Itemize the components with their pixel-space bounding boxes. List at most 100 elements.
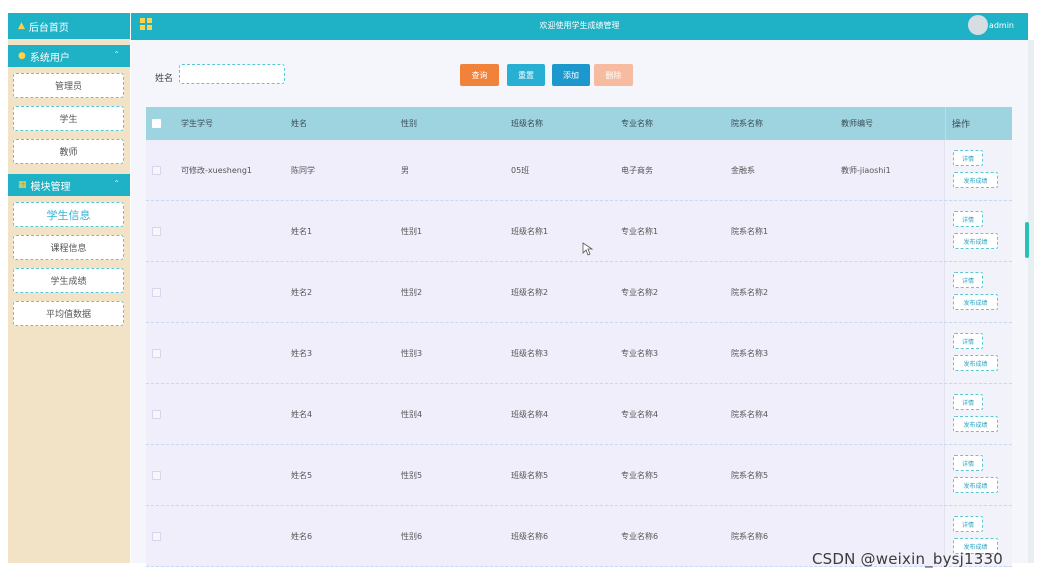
column-header: 专业名称 [621,119,653,128]
sidebar-item-label: 学生 [59,115,78,125]
table-header: 学生学号 姓名 性别 班级名称 专业名称 院系名称 教师编号 操作 [146,107,1012,140]
detail-button[interactable]: 详情 [953,272,983,288]
sidebar-item-label: 学生成绩 [50,277,87,287]
sidebar-item-label: 学生信息 [46,208,91,222]
row-actions: 详情 发布成绩 [944,262,1012,322]
table-row: 姓名5 性别5 班级名称5 专业名称5 院系名称5 详情发布成绩 [146,445,1012,506]
scrollbar-thumb[interactable] [1025,222,1029,258]
chevron-up-icon: ⌃ [113,50,120,59]
detail-button[interactable]: 详情 [953,211,983,227]
row-checkbox[interactable] [152,165,161,175]
table-cell: 性别5 [401,470,423,480]
table-cell: 院系名称3 [731,348,769,358]
publish-score-button[interactable]: 发布成绩 [953,294,998,310]
student-table: 学生学号 姓名 性别 班级名称 专业名称 院系名称 教师编号 操作 可修改-xu… [146,107,1012,567]
sidebar-item-course-info[interactable]: 课程信息 [13,235,124,260]
publish-score-button[interactable]: 发布成绩 [953,233,998,249]
table-row: 姓名2 性别2 班级名称2 专业名称2 院系名称2 详情 发布成绩 [146,262,1012,323]
table-cell: 专业名称1 [621,226,659,236]
user-icon: ● [18,51,26,61]
row-checkbox[interactable] [152,531,161,541]
table-cell: 姓名4 [291,409,313,419]
table-cell: 班级名称1 [511,226,549,236]
row-checkbox[interactable] [152,287,161,297]
table-cell: 姓名3 [291,348,313,358]
query-button[interactable]: 查询 [460,64,499,86]
sidebar-home[interactable]: ▲ 后台首页 [8,13,130,39]
chevron-up-icon: ⌃ [113,179,120,188]
table-cell: 专业名称4 [621,409,659,419]
sidebar: ▲ 后台首页 ● 系统用户 ⌃ 管理员 学生 教师 ▦ 模块管理 ⌃ 学生信息 … [8,13,130,563]
row-checkbox[interactable] [152,348,161,358]
row-actions: 详情 发布成绩 [944,140,1012,200]
detail-button[interactable]: 详情 [953,394,983,410]
select-all-checkbox[interactable] [152,119,161,128]
table-cell: 院系名称6 [731,531,769,541]
table-cell: 姓名6 [291,531,313,541]
sidebar-item-student[interactable]: 学生 [13,106,124,131]
row-actions: 详情 发布成绩 [944,323,1012,383]
row-checkbox[interactable] [152,226,161,236]
table-cell: 专业名称3 [621,348,659,358]
table-cell: 性别4 [401,409,423,419]
sidebar-item-label: 课程信息 [50,244,87,254]
grid-icon: ▦ [18,180,27,190]
sidebar-group-label: 模块管理 [30,181,71,193]
table-cell: 男 [401,165,409,175]
avatar-icon[interactable] [968,15,988,35]
top-header: 欢迎使用学生成绩管理 admin [131,13,1028,40]
table-cell: 05班 [511,165,530,175]
column-header: 姓名 [291,119,307,128]
detail-button[interactable]: 详情 [953,516,983,532]
name-search-input[interactable] [179,64,285,84]
row-actions: 详情 发布成绩 [944,384,1012,444]
table-cell: 院系名称5 [731,470,769,480]
table-cell: 班级名称5 [511,470,549,480]
table-cell: 班级名称4 [511,409,549,419]
table-cell: 专业名称6 [621,531,659,541]
table-cell: 教师-jiaoshi1 [841,165,891,175]
reset-button[interactable]: 重置 [507,64,545,86]
table-cell: 姓名2 [291,287,313,297]
sidebar-group-system-users[interactable]: ● 系统用户 ⌃ [8,45,130,67]
table-row: 可修改-xuesheng1 陈同学 男 05班 电子商务 金融系 教师-jiaoshi1 详情… [146,140,1012,201]
delete-button[interactable]: 删除 [594,64,633,86]
sidebar-item-admin[interactable]: 管理员 [13,73,124,98]
table-cell: 专业名称5 [621,470,659,480]
main-content: 姓名 查询 重置 添加 删除 学生学号 姓名 性别 班级名称 专业名称 院系名称… [131,40,1028,567]
table-row: 姓名3 性别3 班级名称3 专业名称3 院系名称3 详情 发布成绩 [146,323,1012,384]
sidebar-item-teacher[interactable]: 教师 [13,139,124,164]
sidebar-item-average-data[interactable]: 平均值数据 [13,301,124,326]
table-cell: 姓名5 [291,470,313,480]
publish-score-button[interactable]: 发布成绩 [953,355,998,371]
publish-score-button[interactable]: 发布成绩 [953,172,998,188]
scrollbar-track[interactable] [1028,40,1034,563]
table-body: 可修改-xuesheng1 陈同学 男 05班 电子商务 金融系 教师-jiaoshi1 详情… [146,140,1012,567]
sidebar-item-label: 平均值数据 [45,310,91,320]
table-cell: 院系名称4 [731,409,769,419]
table-cell: 性别2 [401,287,423,297]
sidebar-item-student-info[interactable]: 学生信息 [13,202,124,227]
table-cell: 性别3 [401,348,423,358]
home-icon: ▲ [18,21,25,31]
sidebar-group-label: 系统用户 [29,52,70,64]
row-actions: 详情 发布成绩 [944,201,1012,261]
mouse-cursor-icon [582,242,594,256]
detail-button[interactable]: 详情 [953,150,983,166]
search-label: 姓名 [155,74,174,84]
detail-button[interactable]: 详情 [953,333,983,349]
table-cell: 班级名称6 [511,531,549,541]
detail-button[interactable]: 详情 [953,455,983,471]
sidebar-item-label: 教师 [59,148,78,158]
column-header: 学生学号 [181,119,213,128]
row-checkbox[interactable] [152,470,161,480]
publish-score-button[interactable]: 发布成绩 [953,416,998,432]
user-name[interactable]: admin [989,21,1014,30]
publish-score-button[interactable]: 发布成绩 [953,477,998,493]
table-row: 姓名4 性别4 班级名称4 专业名称4 院系名称4 详情发布成绩 [146,384,1012,445]
row-checkbox[interactable] [152,409,161,419]
table-cell: 姓名1 [291,226,313,236]
sidebar-group-modules[interactable]: ▦ 模块管理 ⌃ [8,174,130,196]
sidebar-item-student-scores[interactable]: 学生成绩 [13,268,124,293]
add-button[interactable]: 添加 [552,64,590,86]
